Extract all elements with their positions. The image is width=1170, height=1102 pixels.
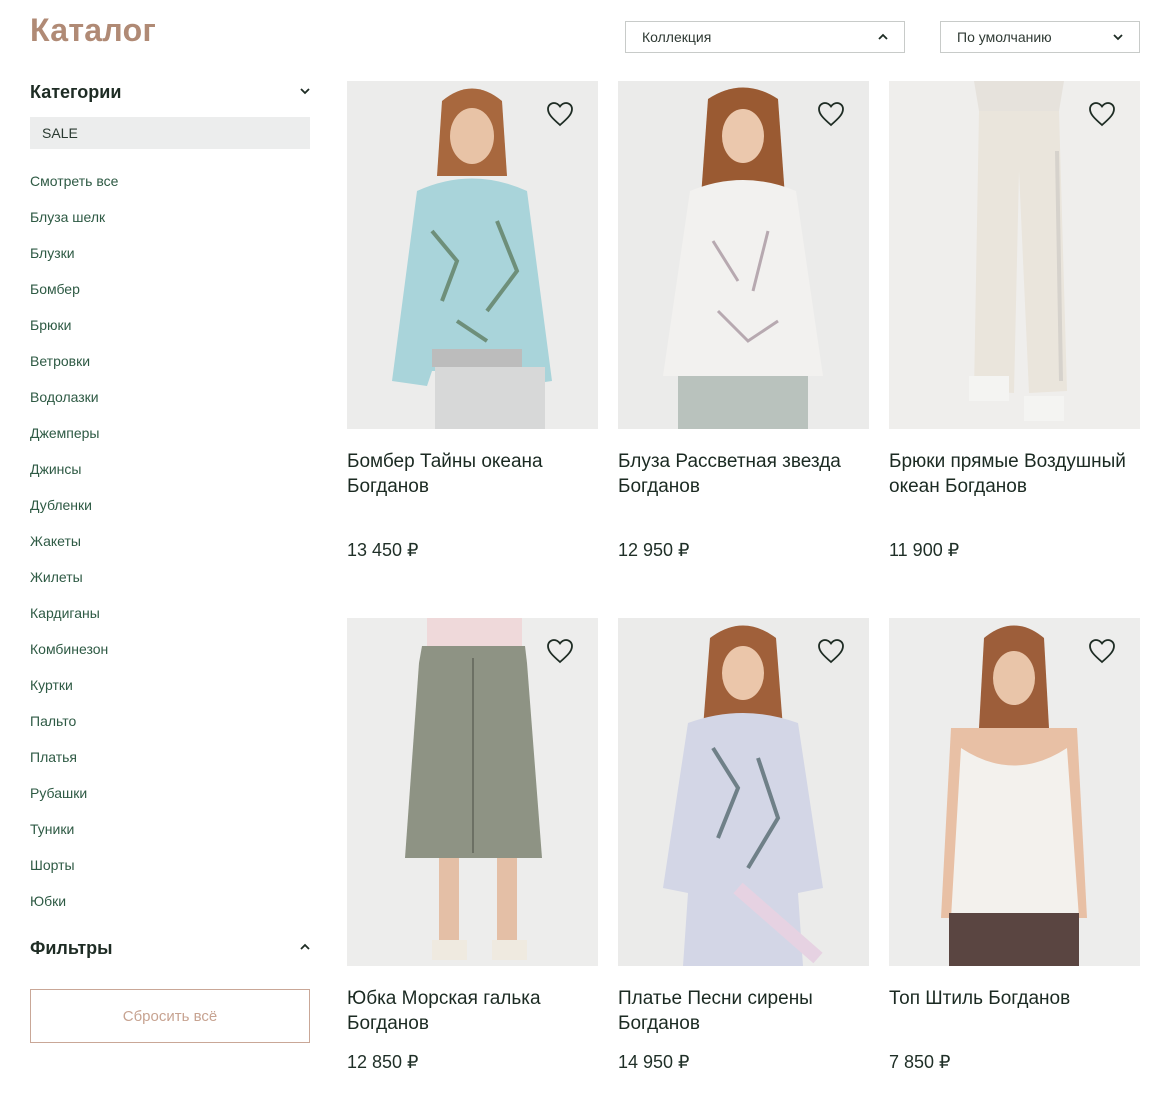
product-price: 11 900 ₽ — [889, 540, 960, 560]
chevron-down-icon — [300, 88, 310, 95]
product-title[interactable]: Бомбер Тайны океана Богданов — [347, 449, 598, 499]
product-photo-skirt — [347, 618, 598, 966]
product-photo-bomber — [347, 81, 598, 429]
product-photo-top — [889, 618, 1140, 966]
sidebar-item-shorts[interactable]: Шорты — [30, 847, 312, 883]
product-photo-trousers — [889, 81, 1140, 429]
product-image[interactable] — [889, 618, 1140, 966]
product-title[interactable]: Блуза Рассветная звезда Богданов — [618, 449, 869, 499]
sidebar-item-blouses[interactable]: Блузки — [30, 235, 312, 271]
product-image[interactable] — [347, 81, 598, 429]
sidebar-item-tunics[interactable]: Туники — [30, 811, 312, 847]
chevron-up-icon — [878, 33, 888, 40]
product-card[interactable]: Юбка Морская галька Богданов 12 850 ₽ — [347, 618, 598, 1072]
collection-select-label: Коллекция — [642, 29, 712, 45]
sidebar-item-all[interactable]: Смотреть все — [30, 163, 312, 199]
product-card[interactable]: Платье Песни сирены Богданов 14 950 ₽ — [618, 618, 869, 1072]
sidebar-item-turtlenecks[interactable]: Водолазки — [30, 379, 312, 415]
product-card[interactable]: Блуза Рассветная звезда Богданов 12 950 … — [618, 81, 869, 560]
sidebar-item-bomber[interactable]: Бомбер — [30, 271, 312, 307]
sidebar-item-vests[interactable]: Жилеты — [30, 559, 312, 595]
sort-select-label: По умолчанию — [957, 29, 1052, 45]
product-image[interactable] — [889, 81, 1140, 429]
product-title[interactable]: Платье Песни сирены Богданов — [618, 986, 869, 1036]
sidebar-item-sheepskin-coats[interactable]: Дубленки — [30, 487, 312, 523]
filters-title: Фильтры — [30, 937, 113, 958]
sidebar-item-jumpsuit[interactable]: Комбинезон — [30, 631, 312, 667]
chevron-up-icon — [300, 943, 310, 950]
sidebar: Категории SALE Смотреть все Блуза шелк Б… — [30, 78, 312, 1043]
sidebar-item-dresses[interactable]: Платья — [30, 739, 312, 775]
heart-icon[interactable] — [1088, 101, 1116, 127]
product-price: 13 450 ₽ — [347, 540, 419, 560]
sidebar-item-jackets[interactable]: Жакеты — [30, 523, 312, 559]
product-price: 12 950 ₽ — [618, 540, 690, 560]
product-photo-blouse — [618, 81, 869, 429]
product-price: 12 850 ₽ — [347, 1052, 419, 1072]
product-price: 7 850 ₽ — [889, 1052, 951, 1072]
heart-icon[interactable] — [546, 101, 574, 127]
product-title[interactable]: Юбка Морская галька Богданов — [347, 986, 598, 1036]
product-card[interactable]: Брюки прямые Воздушный океан Богданов 11… — [889, 81, 1140, 560]
product-image[interactable] — [347, 618, 598, 966]
sidebar-item-silk-blouse[interactable]: Блуза шелк — [30, 199, 312, 235]
category-list: Смотреть все Блуза шелк Блузки Бомбер Бр… — [30, 163, 312, 919]
sidebar-item-jumpers[interactable]: Джемперы — [30, 415, 312, 451]
sidebar-item-windbreakers[interactable]: Ветровки — [30, 343, 312, 379]
reset-filters-button[interactable]: Сбросить всё — [30, 989, 310, 1043]
categories-title: Категории — [30, 81, 122, 102]
heart-icon[interactable] — [817, 101, 845, 127]
sidebar-item-trousers[interactable]: Брюки — [30, 307, 312, 343]
page-title: Каталог — [30, 12, 157, 48]
sidebar-item-coats[interactable]: Пальто — [30, 703, 312, 739]
sidebar-item-jeans[interactable]: Джинсы — [30, 451, 312, 487]
sort-select[interactable]: По умолчанию — [940, 21, 1140, 53]
heart-icon[interactable] — [1088, 638, 1116, 664]
product-card[interactable]: Бомбер Тайны океана Богданов 13 450 ₽ — [347, 81, 598, 560]
sidebar-item-shirts[interactable]: Рубашки — [30, 775, 312, 811]
product-image[interactable] — [618, 618, 869, 966]
sidebar-item-skirts[interactable]: Юбки — [30, 883, 312, 919]
product-photo-dress — [618, 618, 869, 966]
sidebar-item-outerwear[interactable]: Куртки — [30, 667, 312, 703]
product-price: 14 950 ₽ — [618, 1052, 690, 1072]
chevron-down-icon — [1113, 34, 1123, 41]
heart-icon[interactable] — [817, 638, 845, 664]
product-title[interactable]: Топ Штиль Богданов — [889, 986, 1140, 1011]
product-image[interactable] — [618, 81, 869, 429]
product-card[interactable]: Топ Штиль Богданов 7 850 ₽ — [889, 618, 1140, 1072]
collection-select[interactable]: Коллекция — [625, 21, 905, 53]
heart-icon[interactable] — [546, 638, 574, 664]
sidebar-item-sale[interactable]: SALE — [30, 117, 310, 149]
sidebar-item-cardigans[interactable]: Кардиганы — [30, 595, 312, 631]
filters-toggle[interactable]: Фильтры — [30, 934, 312, 962]
categories-toggle[interactable]: Категории — [30, 78, 312, 106]
product-title[interactable]: Брюки прямые Воздушный океан Богданов — [889, 449, 1140, 499]
